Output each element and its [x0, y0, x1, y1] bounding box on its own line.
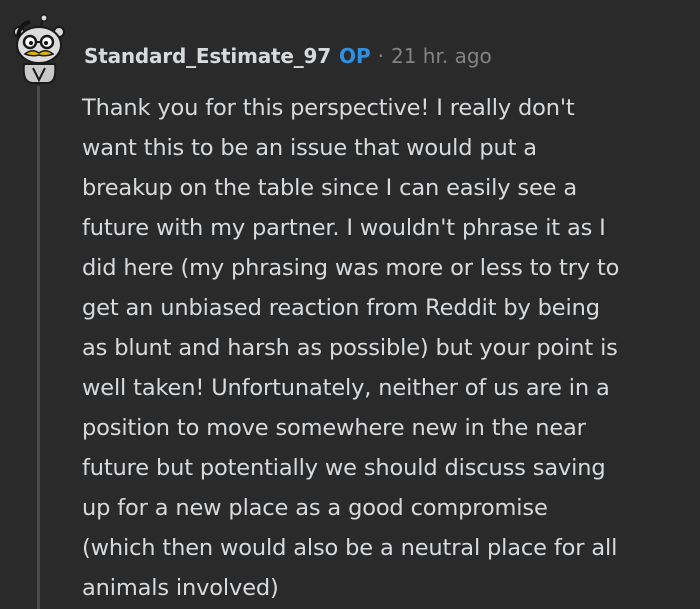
comment-body-line: want this to be an issue that would put …	[82, 135, 537, 161]
comment-body-line: future but potentially we should discuss…	[82, 455, 606, 481]
comment-body: Thank you for this perspective! I really…	[82, 88, 687, 608]
comment-body-line: up for a new place as a good compromise	[82, 495, 548, 521]
comment-body-line: (which then would also be a neutral plac…	[82, 535, 618, 561]
separator-dot: ·	[377, 44, 384, 68]
comment-body-line: Thank you for this perspective! I really…	[82, 95, 575, 121]
comment-header: Standard_Estimate_97 OP · 21 hr. ago	[84, 40, 492, 72]
snoo-avatar-icon	[13, 14, 65, 84]
author-username[interactable]: Standard_Estimate_97	[84, 44, 331, 68]
comment-body-line: as blunt and harsh as possible) but your…	[82, 335, 618, 361]
comment-body-line: animals involved)	[82, 575, 279, 601]
user-avatar[interactable]	[10, 14, 68, 84]
comment-body-line: breakup on the table since I can easily …	[82, 175, 577, 201]
comment-body-line: future with my partner. I wouldn't phras…	[82, 215, 606, 241]
thread-collapse-line[interactable]	[37, 86, 40, 609]
op-badge: OP	[338, 44, 371, 68]
comment-body-line: position to move somewhere new in the ne…	[82, 415, 586, 441]
comment-timestamp[interactable]: 21 hr. ago	[391, 44, 492, 68]
comment: Standard_Estimate_97 OP · 21 hr. ago Tha…	[0, 0, 700, 609]
comment-body-line: did here (my phrasing was more or less t…	[82, 255, 620, 281]
comment-body-line: get an unbiased reaction from Reddit by …	[82, 295, 600, 321]
comment-body-line: well taken! Unfortunately, neither of us…	[82, 375, 610, 401]
